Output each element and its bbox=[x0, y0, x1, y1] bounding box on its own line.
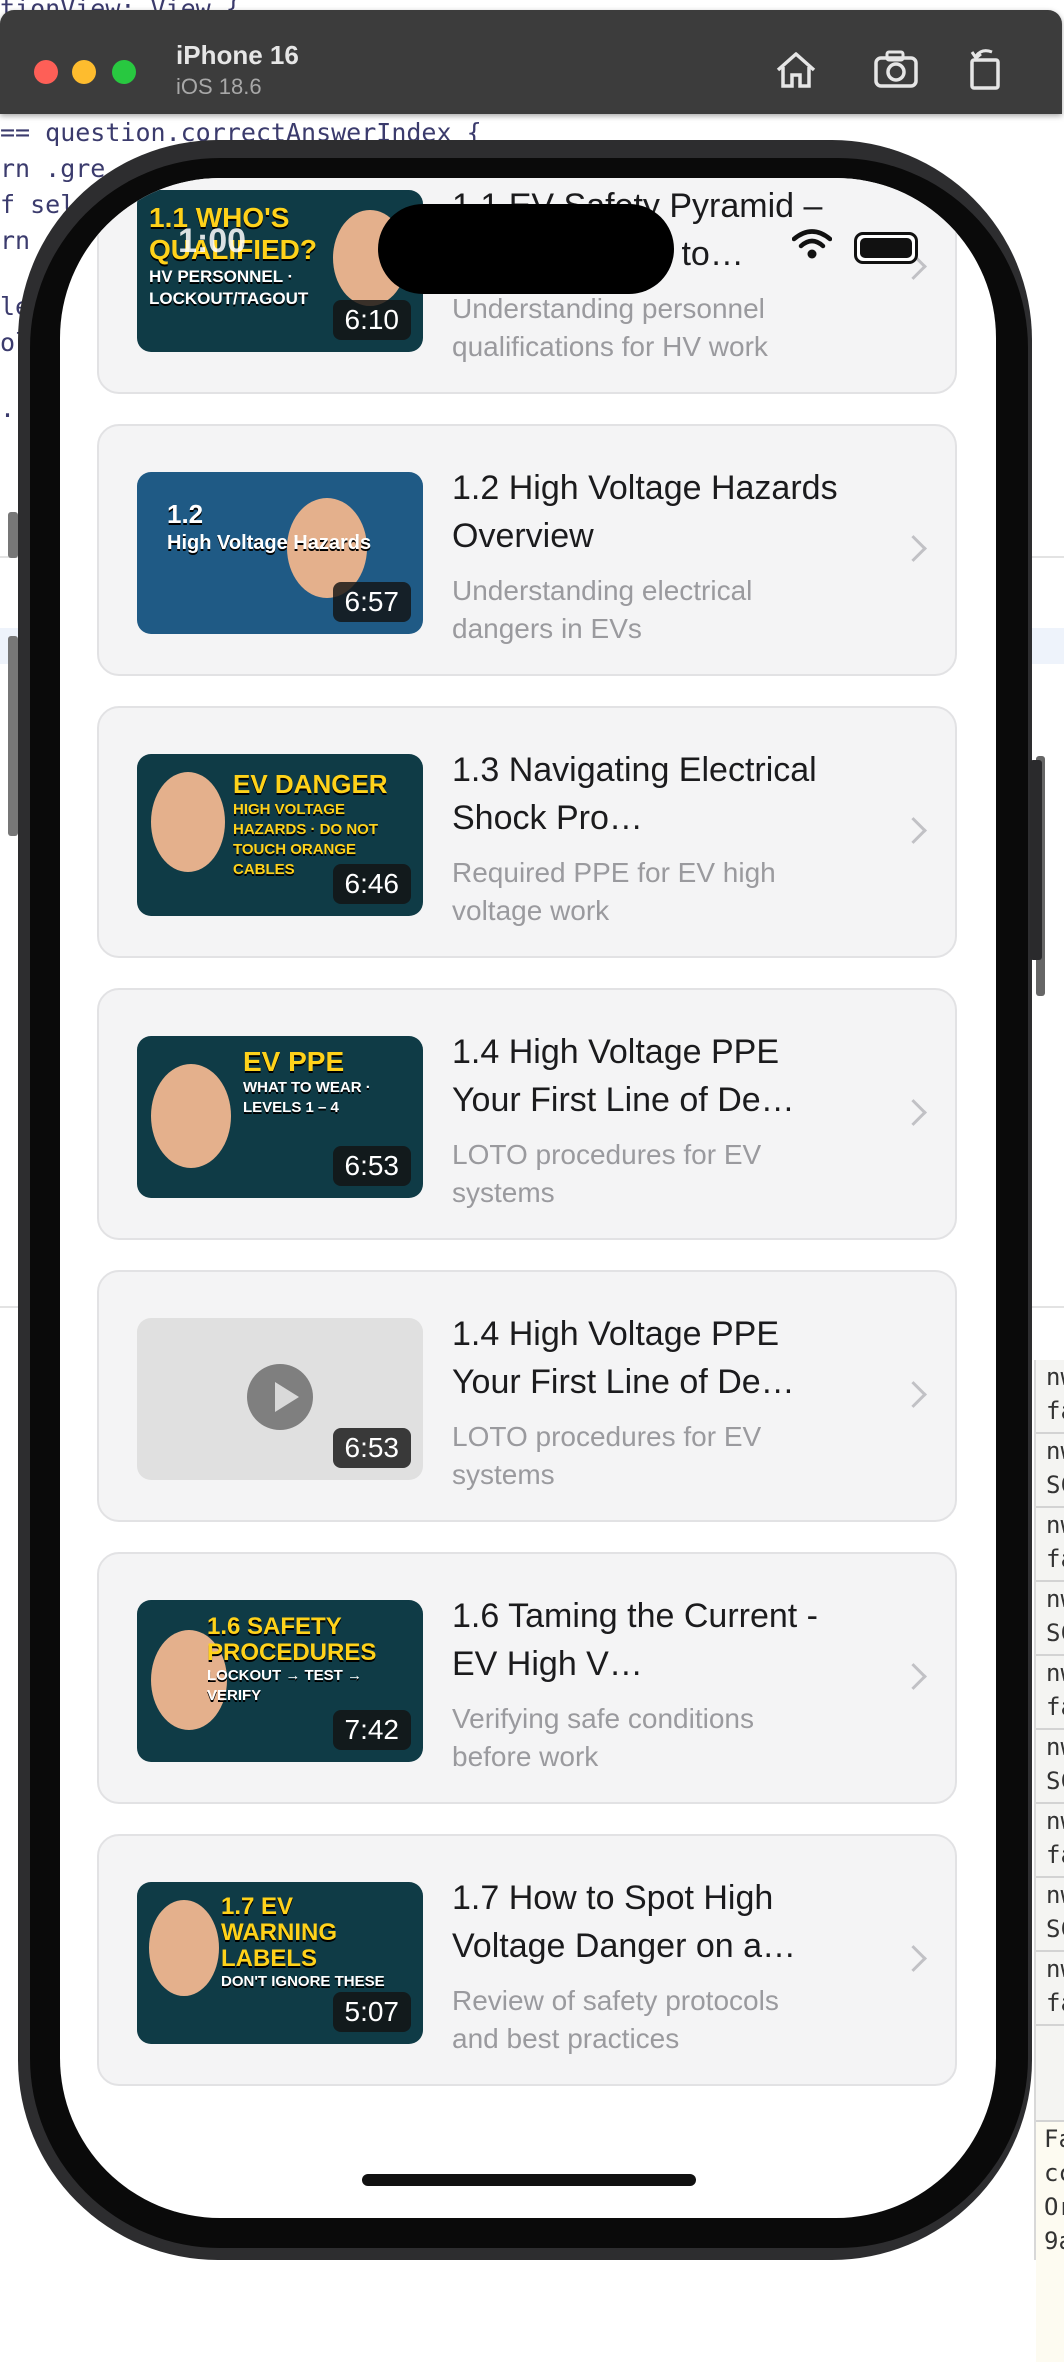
console-row: nw fa bbox=[1036, 1656, 1064, 1730]
side-button[interactable] bbox=[1030, 760, 1042, 960]
video-duration: 6:10 bbox=[332, 300, 411, 340]
lesson-description: Required PPE for EV high voltage work bbox=[452, 857, 776, 926]
editor-gutter-marker bbox=[8, 512, 18, 558]
debug-console: nw fa nw SC nw fa nw SC nw fa nw SC nw f… bbox=[1034, 1360, 1064, 2362]
wifi-icon bbox=[792, 229, 832, 259]
lesson-description: Verifying safe conditions before work bbox=[452, 1703, 754, 1772]
console-row: nw SC bbox=[1036, 1434, 1064, 1508]
thumbnail-headline: 1.7 EV WARNING LABELS DON'T IGNORE THESE bbox=[221, 1893, 385, 1991]
lesson-description: Understanding personnel qualifications f… bbox=[452, 293, 768, 362]
lesson-description: Understanding electrical dangers in EVs bbox=[452, 575, 753, 644]
video-thumbnail: EV PPE WHAT TO WEAR · LEVELS 1 – 4 6:53 bbox=[137, 1036, 423, 1198]
os-version: iOS 18.6 bbox=[176, 74, 262, 99]
console-row: nw SC bbox=[1036, 1582, 1064, 1656]
phone-screen: 1.1 WHO'S QUALIFIED? HV PERSONNEL · LOCK… bbox=[60, 178, 996, 2218]
dynamic-island bbox=[378, 204, 674, 294]
video-thumbnail: 1.1 WHO'S QUALIFIED? HV PERSONNEL · LOCK… bbox=[137, 190, 423, 352]
chevron-right-icon bbox=[900, 535, 927, 562]
lesson-title: 1.4 High Voltage PPE Your First Line of … bbox=[452, 1315, 795, 1401]
video-duration: 6:53 bbox=[332, 1428, 411, 1468]
editor-gutter-marker bbox=[8, 636, 18, 836]
minimize-window-button[interactable] bbox=[72, 60, 96, 84]
lesson-description: LOTO procedures for EV systems bbox=[452, 1421, 762, 1490]
lesson-title: 1.4 High Voltage PPE Your First Line of … bbox=[452, 1033, 795, 1119]
console-row: nw fa bbox=[1036, 1952, 1064, 2026]
video-thumbnail: 1.6 SAFETY PROCEDURES LOCKOUT → TEST → V… bbox=[137, 1600, 423, 1762]
presenter-face bbox=[149, 1900, 219, 1996]
chevron-right-icon bbox=[900, 1099, 927, 1126]
console-row: nw fa bbox=[1036, 1804, 1064, 1878]
camera-icon[interactable] bbox=[872, 46, 920, 94]
simulator-title-bar: iPhone 16 iOS 18.6 bbox=[0, 10, 1062, 114]
home-icon[interactable] bbox=[772, 46, 820, 94]
chevron-right-icon bbox=[900, 1945, 927, 1972]
zoom-window-button[interactable] bbox=[112, 60, 136, 84]
thumbnail-headline: EV PPE WHAT TO WEAR · LEVELS 1 – 4 bbox=[243, 1046, 371, 1116]
code-line: . bbox=[0, 394, 16, 423]
lesson-title: 1.2 High Voltage Hazards Overview bbox=[452, 469, 838, 555]
console-row: nw SC bbox=[1036, 1878, 1064, 1952]
video-thumbnail: EV DANGER HIGH VOLTAGE HAZARDS · DO NOT … bbox=[137, 754, 423, 916]
console-row: nw fa bbox=[1036, 1508, 1064, 1582]
status-time: 1:00 bbox=[178, 222, 247, 260]
close-window-button[interactable] bbox=[34, 60, 58, 84]
presenter-face bbox=[151, 772, 225, 872]
chevron-right-icon bbox=[900, 1381, 927, 1408]
video-duration: 6:46 bbox=[332, 864, 411, 904]
lesson-card[interactable]: 1.7 EV WARNING LABELS DON'T IGNORE THESE… bbox=[97, 1834, 957, 2086]
video-duration: 7:42 bbox=[332, 1710, 411, 1750]
rotate-icon[interactable] bbox=[962, 46, 1010, 94]
lesson-card[interactable]: EV PPE WHAT TO WEAR · LEVELS 1 – 4 6:53 … bbox=[97, 988, 957, 1240]
thumbnail-headline: 1.2 High Voltage Hazards bbox=[167, 499, 372, 554]
chevron-right-icon bbox=[900, 1663, 927, 1690]
presenter-face bbox=[151, 1064, 231, 1168]
chevron-right-icon bbox=[900, 817, 927, 844]
lesson-title: 1.7 How to Spot High Voltage Danger on a… bbox=[452, 1879, 797, 1965]
home-indicator[interactable] bbox=[362, 2174, 696, 2186]
lesson-description: LOTO procedures for EV systems bbox=[452, 1139, 762, 1208]
code-line: rn bbox=[0, 226, 31, 255]
video-duration: 5:07 bbox=[332, 1992, 411, 2032]
video-thumbnail: 1.2 High Voltage Hazards 6:57 bbox=[137, 472, 423, 634]
lesson-description: Review of safety protocols and best prac… bbox=[452, 1985, 779, 2054]
console-row: nw SC bbox=[1036, 1730, 1064, 1804]
lesson-card[interactable]: 1.6 SAFETY PROCEDURES LOCKOUT → TEST → V… bbox=[97, 1552, 957, 1804]
thumbnail-headline: 1.6 SAFETY PROCEDURES LOCKOUT → TEST → V… bbox=[207, 1613, 377, 1705]
video-duration: 6:53 bbox=[332, 1146, 411, 1186]
code-line: rn .gre bbox=[0, 154, 106, 183]
lesson-title: 1.3 Navigating Electrical Shock Pro… bbox=[452, 751, 817, 837]
lesson-card[interactable]: EV DANGER HIGH VOLTAGE HAZARDS · DO NOT … bbox=[97, 706, 957, 958]
lesson-title: 1.6 Taming the Current - EV High V… bbox=[452, 1597, 818, 1683]
video-thumbnail: 1.7 EV WARNING LABELS DON'T IGNORE THESE… bbox=[137, 1882, 423, 2044]
play-triangle bbox=[275, 1382, 299, 1412]
console-log-tail: Fa cc Or 9a bbox=[1036, 2120, 1064, 2362]
lesson-card[interactable]: 6:53 1.4 High Voltage PPE Your First Lin… bbox=[97, 1270, 957, 1522]
lesson-card[interactable]: 1.2 High Voltage Hazards 6:57 1.2 High V… bbox=[97, 424, 957, 676]
device-name: iPhone 16 bbox=[176, 40, 299, 70]
video-thumbnail-placeholder: 6:53 bbox=[137, 1318, 423, 1480]
battery-icon bbox=[854, 232, 918, 264]
video-duration: 6:57 bbox=[332, 582, 411, 622]
console-row: nw fa bbox=[1036, 1360, 1064, 1434]
